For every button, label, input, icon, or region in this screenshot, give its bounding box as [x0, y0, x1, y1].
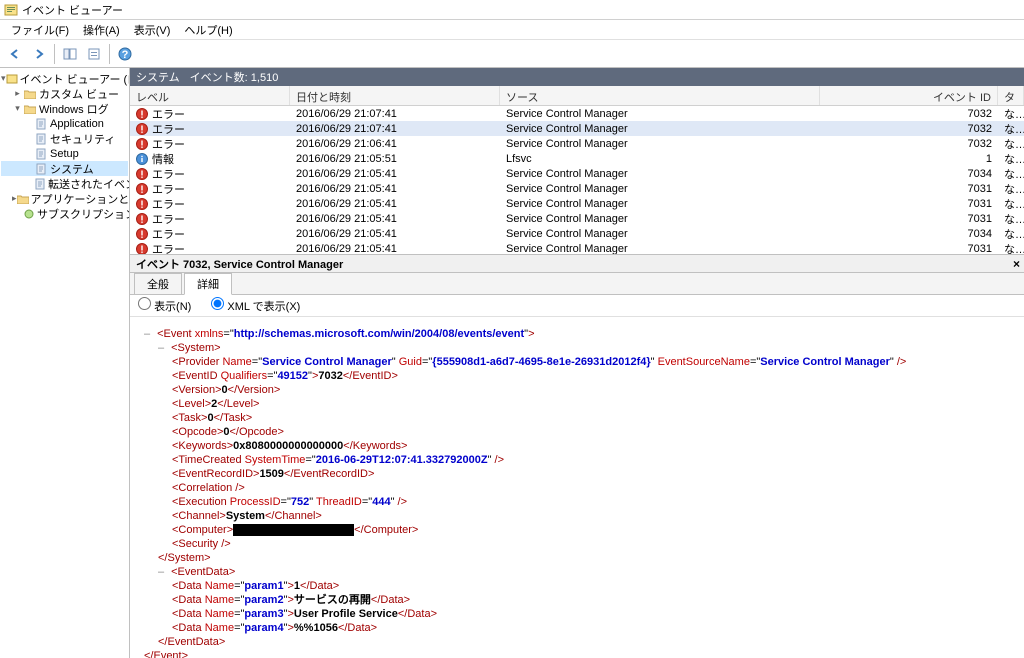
detail-header: イベント 7032, Service Control Manager × — [130, 255, 1024, 273]
error-icon — [136, 138, 148, 150]
menu-file[interactable]: ファイル(F) — [4, 20, 76, 40]
svg-text:?: ? — [122, 49, 129, 61]
window-title: イベント ビューアー — [22, 2, 123, 18]
toolbar: ? — [0, 40, 1024, 68]
table-row[interactable]: エラー2016/06/29 21:05:41Service Control Ma… — [130, 166, 1024, 181]
col-date[interactable]: 日付と時刻 — [290, 86, 500, 105]
title-bar: イベント ビューアー — [0, 0, 1024, 20]
folder-icon — [23, 103, 37, 115]
back-button[interactable] — [4, 43, 26, 65]
tree-pane[interactable]: ▾ イベント ビューアー (ローカル) ▸ カスタム ビュー ▾ Windows… — [0, 68, 130, 658]
table-row[interactable]: エラー2016/06/29 21:07:41Service Control Ma… — [130, 106, 1024, 121]
collapse-icon[interactable]: ▾ — [12, 103, 23, 114]
table-row[interactable]: エラー2016/06/29 21:07:41Service Control Ma… — [130, 121, 1024, 136]
app-icon — [4, 3, 18, 17]
close-icon[interactable]: × — [1013, 257, 1020, 271]
detail-tabs: 全般 詳細 — [130, 273, 1024, 295]
menu-help[interactable]: ヘルプ(H) — [177, 20, 239, 40]
properties-button[interactable] — [83, 43, 105, 65]
detail-options: 表示(N) XML で表示(X) — [130, 295, 1024, 317]
tree-custom-views[interactable]: ▸ カスタム ビュー — [1, 86, 128, 101]
forward-button[interactable] — [28, 43, 50, 65]
col-level[interactable]: レベル — [130, 86, 290, 105]
subscription-icon — [23, 208, 35, 220]
error-icon — [136, 213, 148, 225]
tree-windows-logs[interactable]: ▾ Windows ログ — [1, 101, 128, 116]
info-icon — [136, 153, 148, 165]
event-count: イベント数: 1,510 — [190, 69, 279, 85]
table-row[interactable]: 情報2016/06/29 21:05:51Lfsvc1なし — [130, 151, 1024, 166]
col-task[interactable]: タスクのカテゴリ — [998, 86, 1024, 105]
tree-security[interactable]: セキュリティ — [1, 131, 128, 146]
log-icon — [34, 148, 48, 160]
radio-friendly[interactable]: 表示(N) — [138, 297, 191, 314]
tree-application[interactable]: Application — [1, 116, 128, 131]
tree-subscriptions[interactable]: サブスクリプション — [1, 206, 128, 221]
error-icon — [136, 228, 148, 240]
radio-xml[interactable]: XML で表示(X) — [211, 297, 300, 314]
tree-root[interactable]: ▾ イベント ビューアー (ローカル) — [1, 71, 128, 86]
log-icon — [34, 133, 48, 145]
table-row[interactable]: エラー2016/06/29 21:05:41Service Control Ma… — [130, 226, 1024, 241]
col-id[interactable]: イベント ID — [820, 86, 998, 105]
tab-details[interactable]: 詳細 — [184, 273, 232, 295]
menu-action[interactable]: 操作(A) — [76, 20, 127, 40]
table-row[interactable]: エラー2016/06/29 21:05:41Service Control Ma… — [130, 181, 1024, 196]
tab-general[interactable]: 全般 — [134, 273, 182, 294]
log-icon — [34, 163, 48, 175]
table-row[interactable]: エラー2016/06/29 21:06:41Service Control Ma… — [130, 136, 1024, 151]
separator-icon — [109, 44, 110, 64]
app-tree-icon — [6, 73, 18, 85]
grid-header[interactable]: レベル 日付と時刻 ソース イベント ID タスクのカテゴリ — [130, 86, 1024, 106]
error-icon — [136, 123, 148, 135]
detail-pane: イベント 7032, Service Control Manager × 全般 … — [130, 254, 1024, 658]
error-icon — [136, 198, 148, 210]
table-row[interactable]: エラー2016/06/29 21:05:41Service Control Ma… — [130, 241, 1024, 254]
separator-icon — [54, 44, 55, 64]
error-icon — [136, 168, 148, 180]
log-icon — [34, 178, 46, 190]
menu-bar: ファイル(F) 操作(A) 表示(V) ヘルプ(H) — [0, 20, 1024, 40]
error-icon — [136, 243, 148, 255]
folder-icon — [23, 88, 37, 100]
show-hide-button[interactable] — [59, 43, 81, 65]
xml-view[interactable]: – <Event xmlns="http://schemas.microsoft… — [130, 317, 1024, 658]
log-banner: システム イベント数: 1,510 — [130, 68, 1024, 86]
error-icon — [136, 183, 148, 195]
tree-forwarded[interactable]: 転送されたイベント — [1, 176, 128, 191]
log-name: システム — [136, 69, 180, 85]
log-icon — [34, 118, 48, 130]
error-icon — [136, 108, 148, 120]
table-row[interactable]: エラー2016/06/29 21:05:41Service Control Ma… — [130, 196, 1024, 211]
col-source[interactable]: ソース — [500, 86, 820, 105]
tree-system[interactable]: システム — [1, 161, 128, 176]
table-row[interactable]: エラー2016/06/29 21:05:41Service Control Ma… — [130, 211, 1024, 226]
folder-icon — [17, 193, 29, 205]
menu-view[interactable]: 表示(V) — [127, 20, 178, 40]
tree-setup[interactable]: Setup — [1, 146, 128, 161]
tree-app-services[interactable]: ▸ アプリケーションとサービス ログ — [1, 191, 128, 206]
event-grid[interactable]: エラー2016/06/29 21:07:41Service Control Ma… — [130, 106, 1024, 254]
content-pane: システム イベント数: 1,510 レベル 日付と時刻 ソース イベント ID … — [130, 68, 1024, 658]
expand-icon[interactable]: ▸ — [12, 88, 23, 99]
main-pane: ▾ イベント ビューアー (ローカル) ▸ カスタム ビュー ▾ Windows… — [0, 68, 1024, 658]
help-button[interactable]: ? — [114, 43, 136, 65]
